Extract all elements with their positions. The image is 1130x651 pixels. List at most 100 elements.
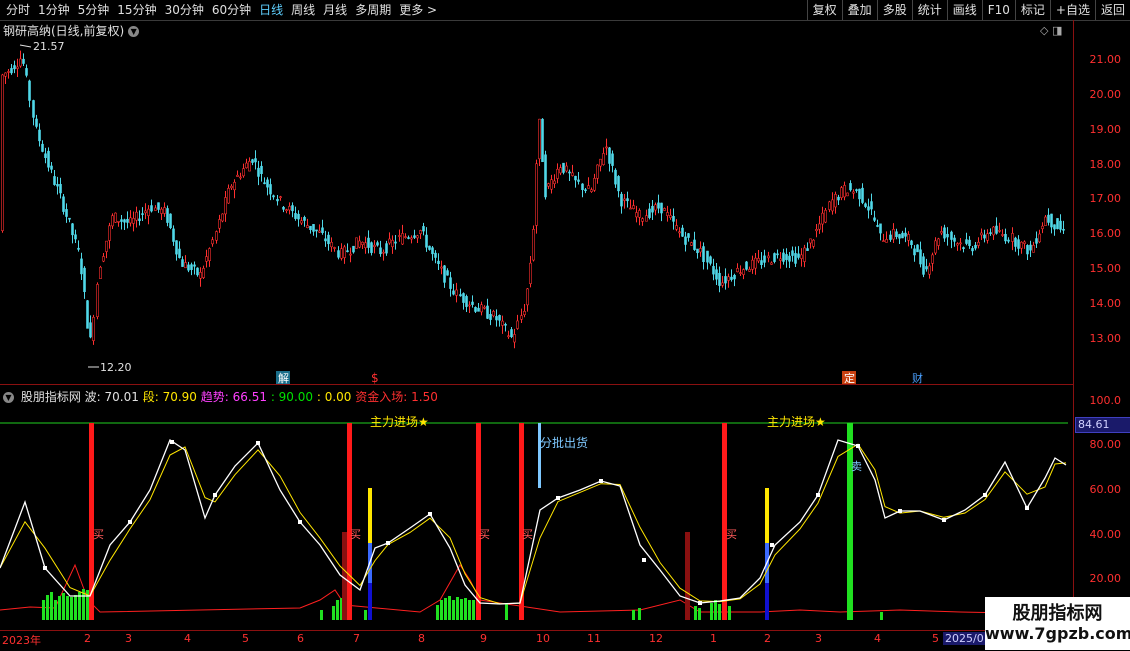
indicator-chart[interactable]: 主力进场★ 主力进场★ 分批出货 买 买 买 买 买 卖 bbox=[0, 405, 1073, 630]
tab-period[interactable]: 月线 bbox=[319, 0, 351, 20]
candle-body bbox=[419, 230, 422, 235]
tab-period-active[interactable]: 日线 bbox=[255, 0, 287, 20]
candle-body bbox=[559, 167, 562, 174]
candle-body bbox=[824, 209, 827, 223]
action-button[interactable]: 标记 bbox=[1014, 0, 1050, 20]
candle-body bbox=[541, 118, 544, 163]
action-button[interactable]: 统计 bbox=[911, 0, 947, 20]
more-periods-button[interactable]: 更多 > bbox=[395, 0, 441, 20]
action-button[interactable]: 画线 bbox=[946, 0, 982, 20]
candle-body bbox=[242, 168, 245, 177]
candle-body bbox=[279, 196, 282, 198]
candle-body bbox=[233, 181, 236, 191]
candle-body bbox=[885, 239, 888, 243]
candle-body bbox=[282, 206, 285, 210]
candle-body bbox=[1032, 244, 1035, 253]
candle-body bbox=[1050, 213, 1053, 228]
tab-period[interactable]: 30分钟 bbox=[161, 0, 208, 20]
candle-body bbox=[254, 158, 257, 163]
candle-body bbox=[892, 228, 895, 240]
wave-dot bbox=[43, 566, 47, 570]
candle-body bbox=[599, 158, 602, 167]
candle-body bbox=[483, 306, 486, 309]
candle-body bbox=[28, 80, 31, 101]
candle-body bbox=[211, 239, 214, 245]
candle-body bbox=[544, 154, 547, 198]
candle-body bbox=[992, 226, 995, 236]
candle-body bbox=[294, 213, 297, 219]
candle-body bbox=[135, 211, 138, 221]
action-button[interactable]: 多股 bbox=[876, 0, 912, 20]
candle-body bbox=[690, 242, 693, 246]
period-tabs: 分时 1分钟 5分钟 15分钟 30分钟 60分钟 日线 周线 月线 多周期 更… bbox=[2, 0, 441, 20]
tab-period[interactable]: 分时 bbox=[2, 0, 34, 20]
candle-body bbox=[404, 236, 407, 238]
date-label: 4 bbox=[874, 632, 881, 645]
tab-period[interactable]: 15分钟 bbox=[113, 0, 160, 20]
date-label: 5 bbox=[932, 632, 939, 645]
action-button[interactable]: 复权 bbox=[806, 0, 842, 20]
candle-body bbox=[321, 227, 324, 234]
back-button[interactable]: 返回 bbox=[1094, 0, 1130, 20]
candle-body bbox=[571, 172, 574, 176]
candle-body bbox=[565, 165, 568, 172]
candle-body bbox=[65, 209, 68, 217]
candle-body bbox=[696, 248, 699, 254]
action-button[interactable]: F10 bbox=[981, 0, 1015, 20]
signal-bar bbox=[722, 423, 727, 620]
capital-bar bbox=[638, 608, 641, 620]
candle-body bbox=[791, 250, 794, 256]
candle-body bbox=[114, 212, 117, 223]
candle-body bbox=[465, 296, 468, 307]
candle-body bbox=[989, 232, 992, 234]
candle-body bbox=[977, 241, 980, 246]
annotation-main-entry: 主力进场★ bbox=[767, 415, 826, 429]
capital-bar bbox=[440, 600, 443, 620]
candle-body bbox=[803, 247, 806, 262]
candle-body bbox=[959, 242, 962, 245]
candle-body bbox=[22, 58, 25, 64]
candle-body bbox=[71, 223, 74, 236]
candle-body bbox=[623, 198, 626, 201]
candle-body bbox=[901, 232, 904, 239]
candle-body bbox=[105, 240, 108, 252]
high-price-label: 21.57 bbox=[33, 40, 65, 53]
tab-period[interactable]: 60分钟 bbox=[208, 0, 255, 20]
tab-period[interactable]: 1分钟 bbox=[34, 0, 74, 20]
candle-body bbox=[236, 174, 239, 177]
capital-bar bbox=[460, 599, 463, 620]
candle-body bbox=[763, 255, 766, 263]
add-watchlist-button[interactable]: +自选 bbox=[1049, 0, 1095, 20]
y-tick: 18.00 bbox=[1089, 158, 1122, 171]
candle-body bbox=[516, 320, 519, 329]
candle-body bbox=[858, 188, 861, 200]
candle-body bbox=[724, 276, 727, 284]
candle-body bbox=[398, 235, 401, 237]
candle-body bbox=[718, 272, 721, 286]
candle-body bbox=[41, 143, 44, 152]
candle-body bbox=[92, 317, 95, 341]
segment-value: 段: 70.90 bbox=[142, 390, 197, 404]
candle-body bbox=[123, 219, 126, 223]
candle-body bbox=[922, 256, 925, 275]
candle-body bbox=[337, 250, 340, 258]
candle-body bbox=[1020, 241, 1023, 249]
candle-body bbox=[147, 208, 150, 216]
candle-body bbox=[504, 323, 507, 326]
tab-period[interactable]: 多周期 bbox=[351, 0, 395, 20]
candle-body bbox=[730, 276, 733, 280]
date-label: 2023年 bbox=[2, 634, 41, 647]
candle-body bbox=[120, 219, 123, 222]
candlestick-chart[interactable]: 21.57 12.20 解 $ 定 财 bbox=[0, 20, 1073, 384]
tab-period[interactable]: 5分钟 bbox=[74, 0, 114, 20]
capital-bar bbox=[456, 597, 459, 620]
tab-period[interactable]: 周线 bbox=[287, 0, 319, 20]
buy-marker: 买 bbox=[479, 528, 490, 541]
action-button[interactable]: 叠加 bbox=[841, 0, 877, 20]
candle-body bbox=[266, 179, 269, 188]
candle-body bbox=[132, 218, 135, 224]
chevron-down-icon[interactable]: ▼ bbox=[3, 392, 14, 403]
capital-bar bbox=[46, 595, 49, 620]
wave-dot bbox=[556, 496, 560, 500]
capital-bar bbox=[364, 610, 367, 620]
